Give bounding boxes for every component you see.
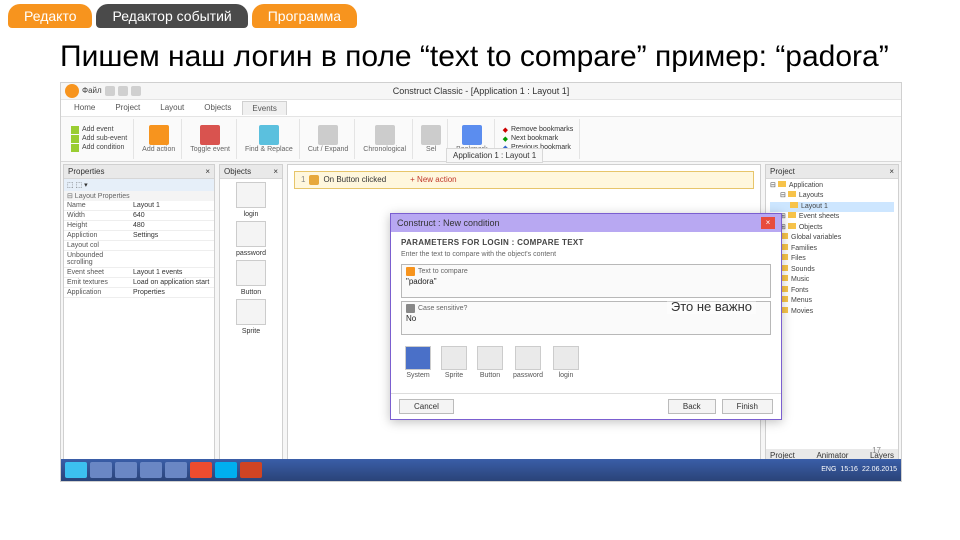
qat-icon[interactable] [105, 86, 115, 96]
dlg-obj-login[interactable]: login [553, 346, 579, 379]
app-orb-icon[interactable] [65, 84, 79, 98]
property-row[interactable]: Width640 [64, 211, 214, 221]
slide-number: 17 [872, 446, 881, 455]
tab-editor-partial[interactable]: Редакто [8, 4, 92, 28]
ribbon-remove-bookmarks[interactable]: ◆Remove bookmarks [503, 126, 574, 134]
quick-access-toolbar: Файл [65, 84, 141, 98]
tray-date: 22.06.2015 [862, 466, 897, 473]
file-menu[interactable]: Файл [82, 86, 102, 95]
objects-header: Objects [224, 167, 251, 176]
pane-pin-icon[interactable]: × [205, 167, 210, 176]
properties-toolbar: ⬚ ⬚ ▾ [64, 179, 214, 191]
object-password[interactable] [236, 221, 266, 247]
objects-pane: Objects× login password Button Sprite [219, 164, 283, 464]
ribbon-find-replace[interactable]: Find & Replace [245, 125, 293, 153]
slide-headline: Пишем наш логин в поле “text to compare”… [0, 28, 960, 82]
taskbar: ENG 15:16 22.06.2015 [61, 459, 901, 481]
dialog-title: Construct : New condition [397, 218, 500, 228]
field-case-sensitive[interactable]: Case sensitive? No Это не важно [401, 301, 771, 335]
properties-header: Properties [68, 167, 104, 176]
project-pane: Project × ⊟ Application ⊟ Layouts Layout … [765, 164, 899, 464]
screenshot-container: Файл Construct Classic - [Application 1 … [60, 82, 902, 482]
back-button[interactable]: Back [668, 399, 716, 414]
ribbon-tab-home[interactable]: Home [65, 101, 104, 114]
tray-time: 15:16 [840, 466, 858, 473]
taskbar-opera-icon[interactable] [190, 462, 212, 478]
property-row[interactable]: Height480 [64, 221, 214, 231]
object-login[interactable] [236, 182, 266, 208]
ribbon-tab-objects[interactable]: Objects [195, 101, 240, 114]
dlg-obj-system[interactable]: System [405, 346, 431, 379]
pane-pin-icon[interactable]: × [889, 167, 894, 176]
object-button[interactable] [236, 260, 266, 286]
qat-icon[interactable] [118, 86, 128, 96]
dlg-obj-sprite[interactable]: Sprite [441, 346, 467, 379]
ribbon-add-event[interactable]: Add event [71, 126, 127, 134]
ribbon-tab-events[interactable]: Events [242, 101, 286, 115]
event-row[interactable]: 1 On Button clicked + New action [294, 171, 754, 189]
taskbar-ie-icon[interactable] [65, 462, 87, 478]
ribbon-next-bookmark[interactable]: ◆Next bookmark [503, 135, 574, 143]
ribbon-tab-layout[interactable]: Layout [151, 101, 193, 114]
dlg-obj-button[interactable]: Button [477, 346, 503, 379]
ribbon-add-condition[interactable]: Add condition [71, 144, 127, 152]
ribbon-chrono[interactable]: Chronological [363, 125, 406, 153]
ribbon-toggle-event[interactable]: Toggle event [190, 125, 230, 153]
dialog-heading: PARAMETERS FOR LOGIN : COMPARE TEXT [401, 238, 771, 247]
finish-button[interactable]: Finish [722, 399, 773, 414]
new-condition-dialog: Construct : New condition × PARAMETERS F… [390, 213, 782, 420]
annotation-not-important: Это не важно [667, 299, 756, 314]
taskbar-skype-icon[interactable] [215, 462, 237, 478]
ribbon-add-subevent[interactable]: Add sub-event [71, 135, 127, 143]
ribbon-tab-project[interactable]: Project [106, 101, 149, 114]
taskbar-explorer-icon[interactable] [90, 462, 112, 478]
project-tree[interactable]: ⊟ Application ⊟ Layouts Layout 1 ⊞ Event… [766, 179, 898, 320]
property-row[interactable]: Unbounded scrolling [64, 251, 214, 268]
taskbar-app-icon[interactable] [140, 462, 162, 478]
object-sprite[interactable] [236, 299, 266, 325]
property-row[interactable]: Emit texturesLoad on application start [64, 278, 214, 288]
qat-icon[interactable] [131, 86, 141, 96]
property-row[interactable]: ApplicationProperties [64, 288, 214, 298]
project-header: Project [770, 167, 795, 176]
open-document-tab[interactable]: Application 1 : Layout 1 [446, 148, 543, 163]
tab-program[interactable]: Программа [252, 4, 357, 28]
property-row[interactable]: Event sheetLayout 1 events [64, 268, 214, 278]
window-title: Construct Classic - [Application 1 : Lay… [61, 83, 901, 100]
field-text-to-compare[interactable]: Text to compare "padora" [401, 264, 771, 298]
dlg-obj-password[interactable]: password [513, 346, 543, 379]
new-action-link[interactable]: + New action [410, 175, 456, 184]
tab-event-editor[interactable]: Редактор событий [96, 4, 247, 28]
property-row[interactable]: NameLayout 1 [64, 201, 214, 211]
pane-pin-icon[interactable]: × [273, 167, 278, 176]
field-icon [406, 267, 415, 276]
property-row[interactable]: ApplictionSettings [64, 231, 214, 241]
tray-lang[interactable]: ENG [821, 466, 836, 473]
ribbon-tabs: Home Project Layout Objects Events [61, 100, 901, 117]
ribbon-add-action[interactable]: Add action [142, 125, 175, 153]
button-icon [309, 175, 319, 185]
cancel-button[interactable]: Cancel [399, 399, 454, 414]
taskbar-chrome-icon[interactable] [115, 462, 137, 478]
ribbon-cut-expand[interactable]: Cut / Expand [308, 125, 348, 153]
taskbar-powerpoint-icon[interactable] [240, 462, 262, 478]
close-icon[interactable]: × [761, 217, 775, 229]
properties-pane: Properties× ⬚ ⬚ ▾ ⊟ Layout Properties Na… [63, 164, 215, 464]
taskbar-app-icon[interactable] [165, 462, 187, 478]
dialog-subtitle: Enter the text to compare with the objec… [401, 251, 771, 258]
event-canvas: Application 1 : Layout 1 1 On Button cli… [287, 164, 761, 464]
property-row[interactable]: Layout col [64, 241, 214, 251]
field-icon [406, 304, 415, 313]
ribbon-sel[interactable]: Sel [421, 125, 441, 153]
